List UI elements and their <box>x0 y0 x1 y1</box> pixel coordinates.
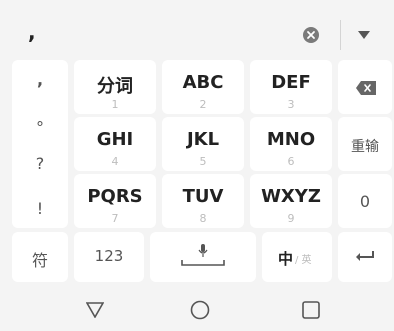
key-digit: 9 <box>287 212 295 225</box>
key-digit: 4 <box>111 155 119 168</box>
key-label: JKL <box>186 129 220 150</box>
chevron-down-icon[interactable] <box>357 30 371 40</box>
key-digit: 8 <box>199 212 207 225</box>
key-tuv[interactable]: TUV 8 <box>162 174 244 228</box>
key-fenci[interactable]: 分词 1 <box>74 60 156 114</box>
key-digit: 6 <box>287 155 295 168</box>
symbol-key[interactable]: 符 <box>12 232 68 282</box>
key-wxyz[interactable]: WXYZ 9 <box>250 174 332 228</box>
key-label: WXYZ <box>261 186 321 207</box>
key-digit: 1 <box>111 98 119 111</box>
numbers-key[interactable]: 123 <box>74 232 144 282</box>
backspace-key[interactable] <box>338 60 392 114</box>
enter-icon <box>356 251 374 261</box>
key-digit: 2 <box>199 98 207 111</box>
key-abc[interactable]: ABC 2 <box>162 60 244 114</box>
lang-main-label: 中 <box>278 250 294 268</box>
candidate-bar: , <box>0 0 394 56</box>
backspace-icon <box>356 81 376 95</box>
recents-square-icon[interactable] <box>302 301 320 319</box>
key-mno[interactable]: MNO 6 <box>250 117 332 171</box>
retype-key[interactable]: 重输 <box>338 117 392 171</box>
punct-comma[interactable]: , <box>12 70 68 89</box>
divider <box>340 20 341 50</box>
home-circle-icon[interactable] <box>190 300 210 320</box>
punct-degree[interactable]: ° <box>12 118 68 137</box>
space-bar-icon <box>181 260 225 266</box>
key-label: 重输 <box>351 139 379 155</box>
clear-icon[interactable] <box>303 27 319 43</box>
navigation-bar <box>0 286 394 331</box>
key-jkl[interactable]: JKL 5 <box>162 117 244 171</box>
key-digit: 5 <box>199 155 207 168</box>
key-label: 分词 <box>97 76 133 97</box>
punct-exclaim[interactable]: ! <box>12 199 68 218</box>
key-def[interactable]: DEF 3 <box>250 60 332 114</box>
punct-question[interactable]: ? <box>12 154 68 173</box>
space-key[interactable] <box>150 232 256 282</box>
language-switch-key[interactable]: 中 / 英 <box>262 232 332 282</box>
microphone-icon <box>198 244 208 257</box>
key-label: 0 <box>359 192 371 211</box>
key-label: GHI <box>96 129 134 150</box>
punctuation-list[interactable]: , ° ? ! <box>12 60 68 228</box>
key-label: TUV <box>182 186 224 207</box>
key-label: 符 <box>31 251 48 270</box>
key-label: DEF <box>271 72 311 93</box>
key-ghi[interactable]: GHI 4 <box>74 117 156 171</box>
key-digit: 7 <box>111 212 119 225</box>
key-label: PQRS <box>87 186 143 207</box>
enter-key[interactable] <box>338 232 392 282</box>
key-label: ABC <box>182 72 224 93</box>
key-label: MNO <box>266 129 316 150</box>
lang-sub-label: / 英 <box>295 255 312 266</box>
composing-text: , <box>28 20 36 44</box>
key-digit: 3 <box>287 98 295 111</box>
back-triangle-icon[interactable] <box>86 302 104 318</box>
key-pqrs[interactable]: PQRS 7 <box>74 174 156 228</box>
key-label: 123 <box>94 247 124 265</box>
zero-key[interactable]: 0 <box>338 174 392 228</box>
